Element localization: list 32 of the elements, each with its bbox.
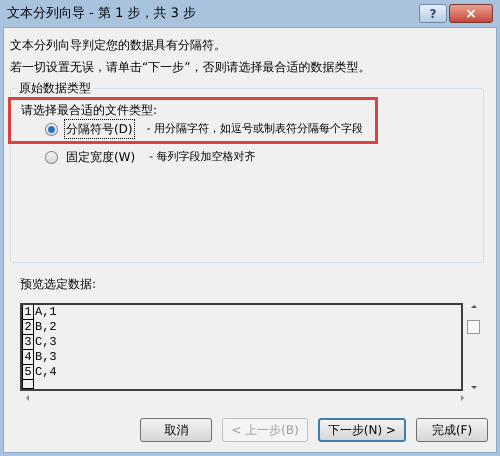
scroll-right-icon[interactable]: [461, 395, 464, 401]
row-text: C,3: [34, 335, 57, 350]
window-title: 文本分列向导 - 第 1 步，共 3 步: [7, 4, 196, 23]
instruction-text: 若一切设置无误，请单击“下一步”，否则请选择最合适的数据类型。: [10, 59, 372, 76]
option-description: - 用分隔字符，如逗号或制表符分隔每个字段: [146, 120, 364, 137]
row-number: 5: [22, 365, 34, 380]
row-number: 2: [22, 320, 34, 335]
instruction-text: 文本分列向导判定您的数据具有分隔符。: [10, 37, 227, 54]
row-text: B,2: [34, 320, 57, 335]
dialog-button[interactable]: 完成(F): [416, 418, 488, 442]
row-text: B,3: [34, 350, 57, 365]
option-label[interactable]: 分隔符号(D): [64, 119, 135, 139]
dialog-button[interactable]: 取消: [140, 418, 212, 442]
scroll-thumb[interactable]: [467, 320, 480, 334]
row-number: 4: [22, 350, 34, 365]
scroll-down-icon[interactable]: [470, 386, 477, 389]
prompt-text: 请选择最合适的文件类型:: [21, 102, 158, 119]
help-button[interactable]: ?: [419, 4, 447, 23]
scroll-up-icon[interactable]: [470, 305, 477, 308]
row-number: 3: [22, 335, 34, 350]
group-title: 原始数据类型: [17, 80, 93, 96]
radio-button[interactable]: [45, 122, 58, 136]
scroll-left-icon[interactable]: [26, 395, 29, 401]
preview-label: 预览选定数据:: [20, 276, 98, 293]
row-number: 1: [22, 305, 34, 320]
vertical-scrollbar[interactable]: [465, 303, 482, 391]
option-label[interactable]: 固定宽度(W): [64, 147, 138, 167]
radio-button[interactable]: [45, 150, 58, 164]
option-description: - 每列字段加空格对齐: [149, 148, 256, 165]
row-text: C,4: [34, 365, 57, 380]
dialog-button[interactable]: 下一步(N) >: [318, 418, 406, 442]
row-text: A,1: [34, 305, 57, 320]
